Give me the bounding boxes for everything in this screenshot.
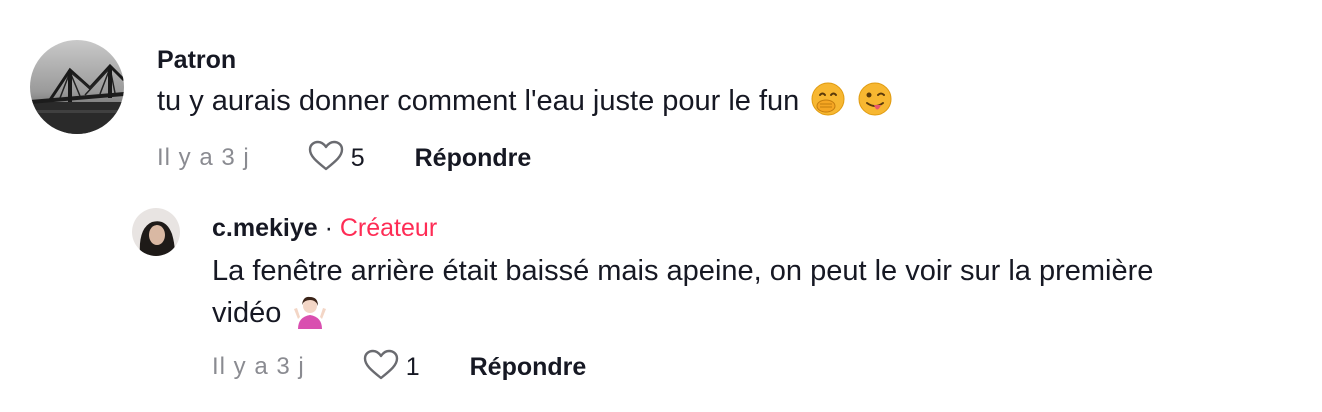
heart-outline-icon[interactable] xyxy=(363,349,399,386)
reply-button[interactable]: Répondre xyxy=(470,353,587,382)
comment-text: tu y aurais donner comment l'eau juste p… xyxy=(157,80,893,129)
reply-button[interactable]: Répondre xyxy=(415,144,532,173)
like-count: 5 xyxy=(350,143,365,172)
reply-username-line: c.mekiye · Créateur xyxy=(212,213,437,243)
comment-meta: Il y a 3 j 5 Répondre xyxy=(157,140,532,177)
like-count: 1 xyxy=(405,352,420,381)
reply-text-line1: La fenêtre arrière était baissé mais ape… xyxy=(212,255,1154,287)
person-shrugging-icon xyxy=(292,293,328,341)
avatar[interactable] xyxy=(132,208,180,256)
reply-username[interactable]: c.mekiye xyxy=(212,214,318,242)
reply-item: c.mekiye · Créateur La fenêtre arrière é… xyxy=(0,190,1322,412)
profile-photo-icon xyxy=(132,208,180,256)
winking-face-with-tongue-icon xyxy=(857,81,893,129)
separator-dot: · xyxy=(324,214,333,242)
comment-item: Patron tu y aurais donner comment l'eau … xyxy=(0,0,1322,190)
comment-timestamp: Il y a 3 j xyxy=(157,144,250,171)
heart-outline-icon[interactable] xyxy=(308,140,344,177)
reply-timestamp: Il y a 3 j xyxy=(212,353,305,380)
reply-text: La fenêtre arrière était baissé mais ape… xyxy=(212,250,1302,341)
bridge-photo-icon xyxy=(30,40,124,134)
creator-badge: Créateur xyxy=(339,214,438,242)
face-with-hand-over-mouth-icon xyxy=(810,81,846,129)
comment-username[interactable]: Patron xyxy=(157,45,236,75)
avatar[interactable] xyxy=(30,40,124,134)
reply-text-line2: vidéo xyxy=(212,292,1302,341)
reply-meta: Il y a 3 j 1 Répondre xyxy=(212,349,587,386)
reply-text-line2-content: vidéo xyxy=(212,297,282,329)
comment-text-content: tu y aurais donner comment l'eau juste p… xyxy=(157,85,800,117)
